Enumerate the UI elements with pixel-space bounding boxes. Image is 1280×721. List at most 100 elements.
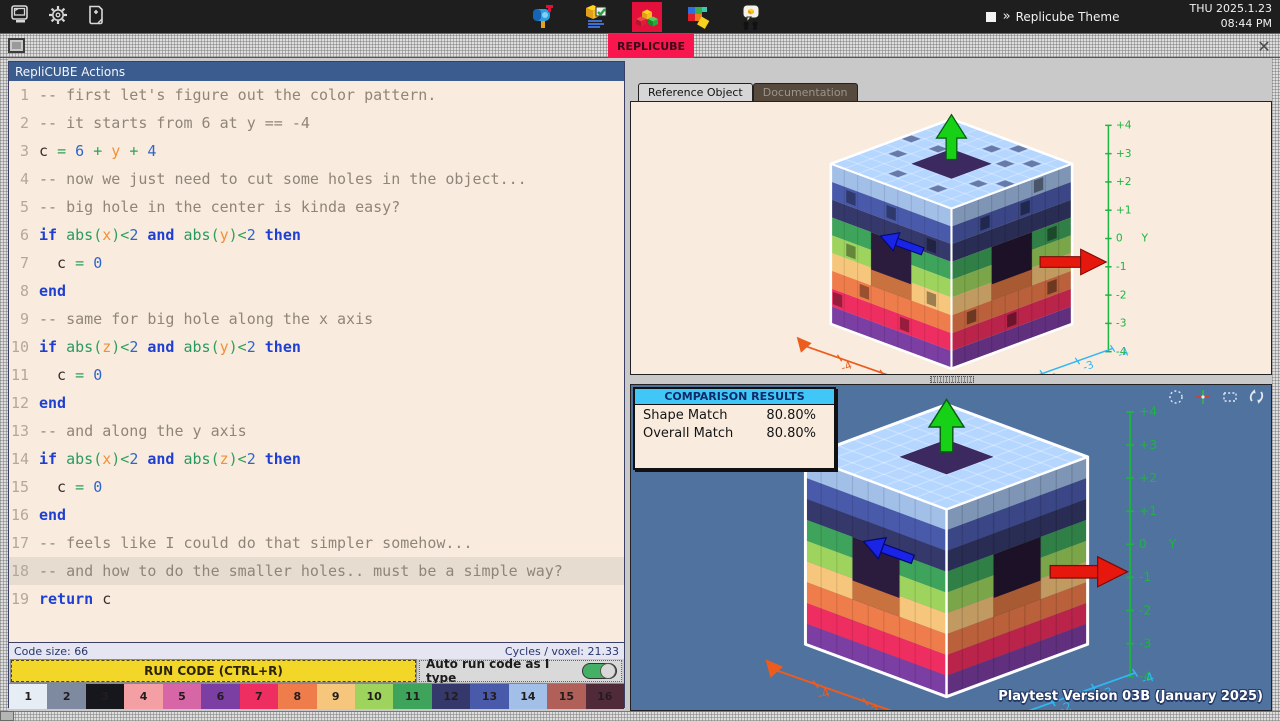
screen: » Replicube Theme THU 2025.1.2308:44 PM …	[0, 0, 1280, 720]
svg-text:-2: -2	[1139, 602, 1151, 617]
svg-text:+2: +2	[1139, 470, 1157, 485]
code-line[interactable]: 1-- first let's figure out the color pat…	[9, 81, 624, 109]
line-number: 8	[9, 277, 39, 305]
comparison-results-box: COMPARISON RESULTS Shape Match80.80%Over…	[633, 387, 836, 470]
comparison-rows: Shape Match80.80%Overall Match80.80%	[635, 405, 834, 441]
svg-text:-4: -4	[1116, 345, 1131, 361]
palette-swatch-2[interactable]: 2	[47, 684, 85, 709]
line-number: 12	[9, 389, 39, 417]
clock: THU 2025.1.2308:44 PM	[1189, 2, 1272, 32]
autorun-toggle[interactable]	[582, 663, 618, 679]
replicube-app-icon[interactable]	[632, 2, 662, 32]
reference-view[interactable]: +4+3+2+10Y-1-2-3-4-4-3-2-10-4-3	[630, 101, 1272, 375]
code-editor-panel: RepliCUBE Actions 1-- first let's figure…	[8, 61, 625, 708]
palette-icon[interactable]	[684, 2, 714, 32]
code-line[interactable]: 15 c = 0	[9, 473, 624, 501]
taskbar: » Replicube Theme THU 2025.1.2308:44 PM	[0, 0, 1280, 33]
code-line[interactable]: 11 c = 0	[9, 361, 624, 389]
svg-text:-3: -3	[1081, 358, 1095, 374]
tab-reference-object[interactable]: Reference Object	[638, 83, 753, 101]
palette-swatch-1[interactable]: 1	[9, 684, 47, 709]
code-line[interactable]: 2-- it starts from 6 at y == -4	[9, 109, 624, 137]
selection-box-icon[interactable]	[1221, 388, 1238, 405]
line-number: 1	[9, 81, 39, 109]
palette-swatch-16[interactable]: 16	[586, 684, 624, 709]
svg-text:+4: +4	[1116, 119, 1132, 132]
code-line[interactable]: 14if abs(x)<2 and abs(z)<2 then	[9, 445, 624, 473]
right-panels: Reference ObjectDocumentation +4+3+2+10Y…	[630, 83, 1272, 711]
palette-swatch-13[interactable]: 13	[470, 684, 508, 709]
theme-label[interactable]: Replicube Theme	[1016, 10, 1120, 24]
code-lines: 1-- first let's figure out the color pat…	[9, 81, 624, 613]
line-number: 9	[9, 305, 39, 333]
tasks-icon[interactable]	[580, 2, 610, 32]
mailbox-icon[interactable]	[528, 2, 558, 32]
view-controls	[1167, 388, 1265, 405]
svg-text:+1: +1	[1116, 203, 1132, 216]
svg-text:Y: Y	[1140, 232, 1148, 245]
code-line[interactable]: 5-- big hole in the center is kinda easy…	[9, 193, 624, 221]
palette-swatch-12[interactable]: 12	[432, 684, 470, 709]
rotate-view-icon[interactable]	[1248, 388, 1265, 405]
code-line[interactable]: 9-- same for big hole along the x axis	[9, 305, 624, 333]
palette-swatch-14[interactable]: 14	[509, 684, 547, 709]
palette-swatch-8[interactable]: 8	[278, 684, 316, 709]
code-size-label: Code size: 66	[14, 645, 88, 658]
reference-tabs: Reference ObjectDocumentation	[638, 83, 858, 101]
code-line[interactable]: 10if abs(z)<2 and abs(y)<2 then	[9, 333, 624, 361]
computer-icon[interactable]	[10, 5, 30, 29]
editor-header: RepliCUBE Actions	[9, 62, 624, 81]
palette-swatch-6[interactable]: 6	[201, 684, 239, 709]
palette-swatch-3[interactable]: 3	[86, 684, 124, 709]
line-number: 19	[9, 585, 39, 613]
splitter-grip[interactable]	[930, 376, 974, 383]
code-line[interactable]: 13-- and along the y axis	[9, 417, 624, 445]
chat-icon[interactable]	[736, 2, 766, 32]
color-palette: 12345678910111213141516	[9, 683, 624, 709]
code-line[interactable]: 6if abs(x)<2 and abs(y)<2 then	[9, 221, 624, 249]
chevrons-icon: »	[1003, 9, 1009, 24]
code-line[interactable]: 18-- and how to do the smaller holes.. m…	[9, 557, 624, 585]
move-axes-icon[interactable]	[1194, 388, 1211, 405]
code-line[interactable]: 12end	[9, 389, 624, 417]
palette-swatch-7[interactable]: 7	[240, 684, 278, 709]
line-number: 13	[9, 417, 39, 445]
gear-icon[interactable]	[48, 5, 68, 29]
palette-swatch-10[interactable]: 10	[355, 684, 393, 709]
line-number: 3	[9, 137, 39, 165]
palette-swatch-4[interactable]: 4	[124, 684, 162, 709]
code-line[interactable]: 19return c	[9, 585, 624, 613]
code-line[interactable]: 8end	[9, 277, 624, 305]
tab-documentation[interactable]: Documentation	[753, 83, 858, 101]
window-titlebar[interactable]: REPLICUBE ✕	[0, 34, 1280, 58]
close-icon[interactable]: ✕	[1254, 36, 1274, 56]
cycles-label: Cycles / voxel: 21.33	[505, 645, 619, 658]
window-menu-box[interactable]	[8, 38, 25, 53]
palette-swatch-9[interactable]: 9	[317, 684, 355, 709]
comparison-row: Shape Match80.80%	[635, 405, 834, 423]
comparison-view[interactable]: +4+3+2+10Y-1-2-3-4-4-3-2-10-4-3 COMPARIS…	[630, 384, 1272, 711]
autorun-label: Auto run code as I type	[426, 657, 582, 685]
code-line[interactable]: 16end	[9, 501, 624, 529]
palette-swatch-11[interactable]: 11	[393, 684, 431, 709]
line-number: 16	[9, 501, 39, 529]
code-line[interactable]: 7 c = 0	[9, 249, 624, 277]
code-line[interactable]: 17-- feels like I could do that simpler …	[9, 529, 624, 557]
palette-swatch-15[interactable]: 15	[547, 684, 585, 709]
svg-text:0: 0	[1139, 536, 1147, 551]
panel-splitter	[630, 375, 1272, 384]
line-number: 11	[9, 361, 39, 389]
palette-swatch-5[interactable]: 5	[163, 684, 201, 709]
run-code-button[interactable]: RUN CODE (CTRL+R)	[11, 660, 416, 682]
theme-swatch-icon	[986, 12, 996, 22]
code-editor[interactable]: 1-- first let's figure out the color pat…	[9, 81, 624, 642]
code-line[interactable]: 3c = 6 + y + 4	[9, 137, 624, 165]
selection-circle-icon[interactable]	[1167, 388, 1184, 405]
line-number: 7	[9, 249, 39, 277]
new-document-icon[interactable]	[86, 5, 106, 29]
line-number: 4	[9, 165, 39, 193]
code-line[interactable]: 4-- now we just need to cut some holes i…	[9, 165, 624, 193]
reference-cube-render[interactable]: +4+3+2+10Y-1-2-3-4-4-3-2-10-4-3	[786, 104, 1181, 375]
line-number: 10	[9, 333, 39, 361]
autorun-box: Auto run code as I type	[419, 660, 622, 682]
